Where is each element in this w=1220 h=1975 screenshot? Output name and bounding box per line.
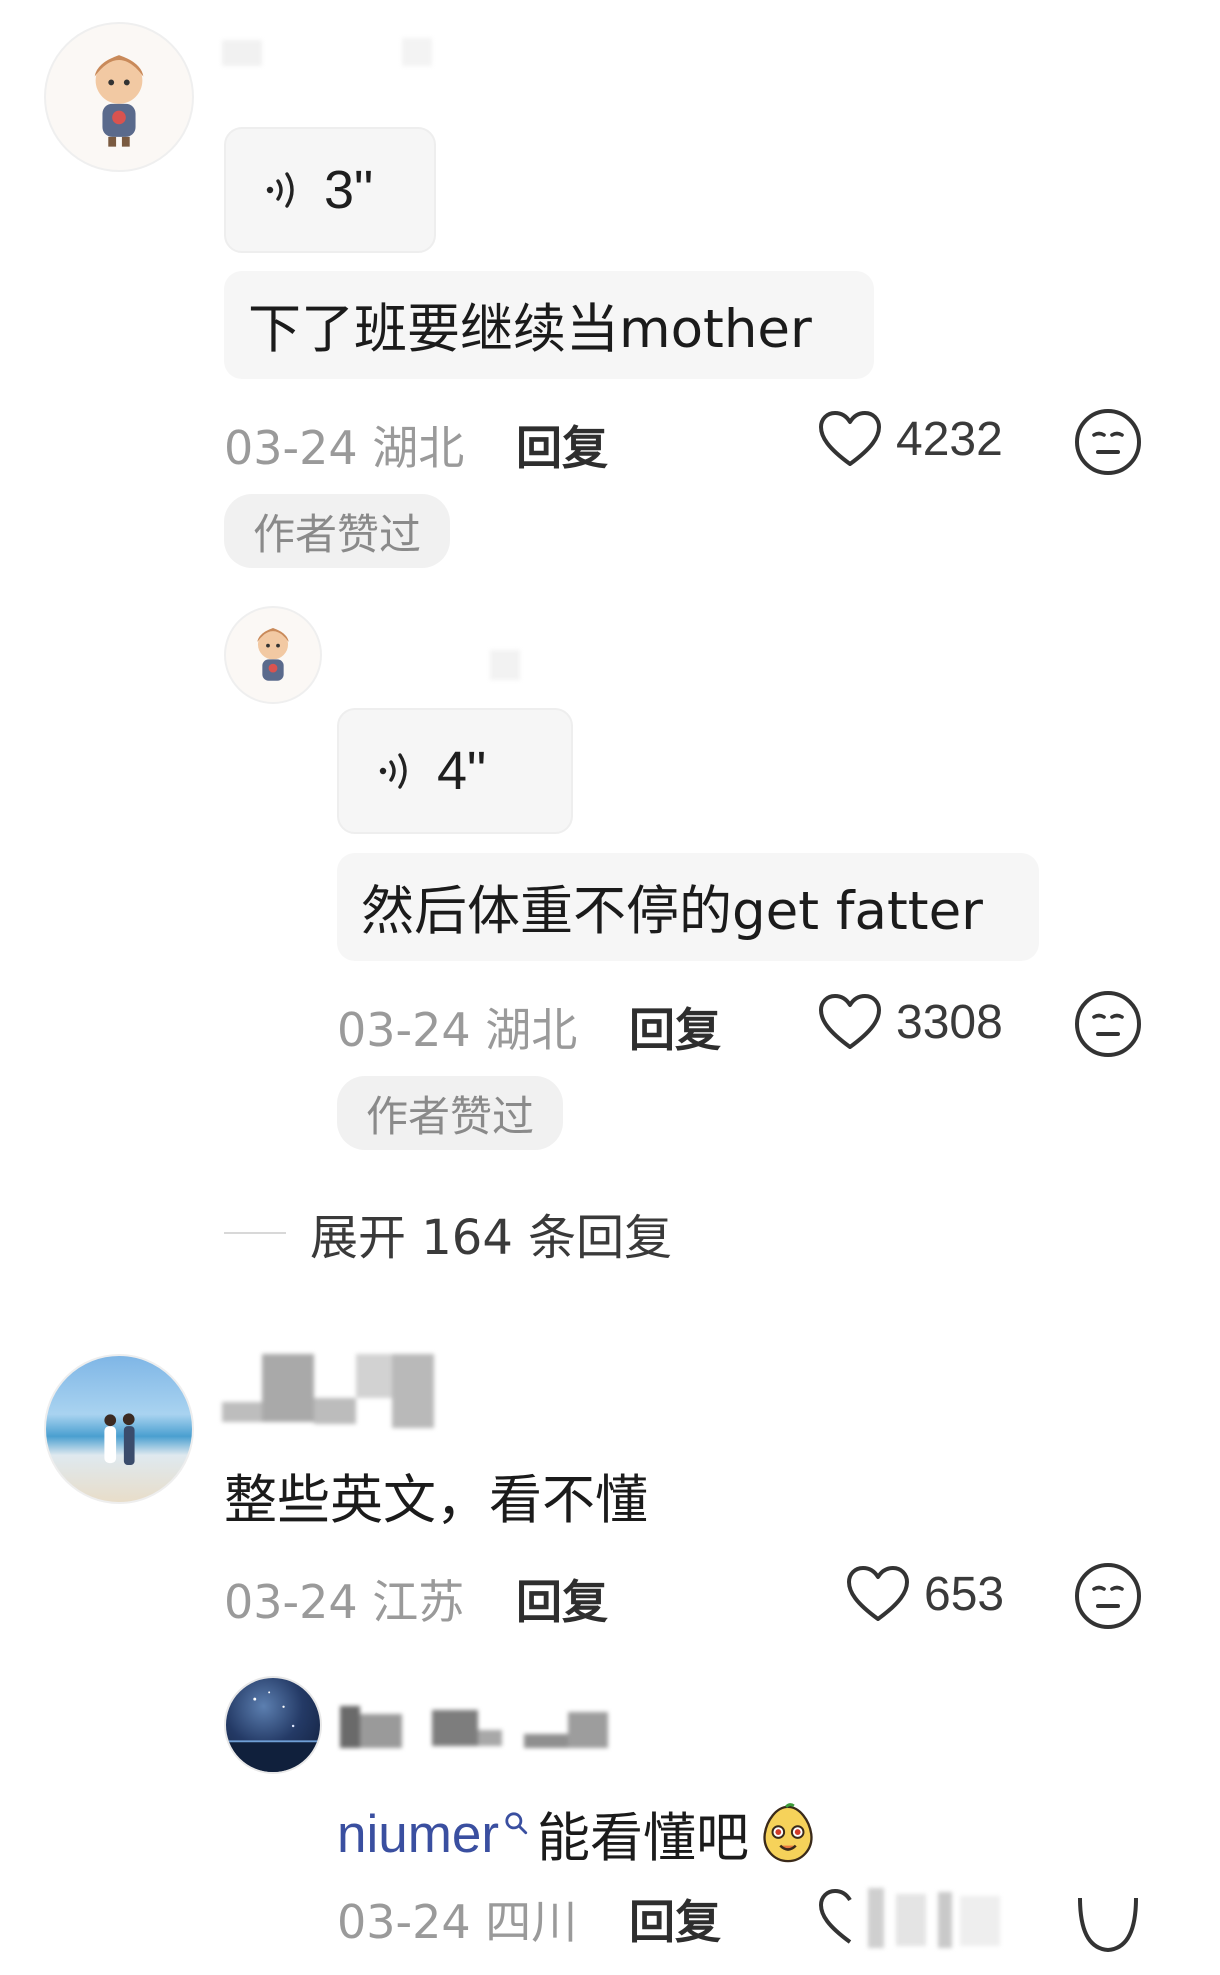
obscured-area: [868, 1888, 1038, 1954]
voice-duration: 3": [324, 160, 374, 220]
voice-message[interactable]: 4": [337, 708, 573, 834]
voice-message[interactable]: 3": [224, 127, 436, 253]
neutral-face-icon[interactable]: [1074, 1562, 1142, 1630]
comment-text-label: 下了班要继续当mother: [248, 299, 812, 360]
voice-wave-icon: [379, 753, 407, 789]
like-count: 4232: [896, 412, 1003, 466]
like-count: 3308: [896, 995, 1003, 1049]
author-liked-badge: 作者赞过: [224, 494, 450, 568]
avatar[interactable]: [44, 1354, 194, 1504]
reply-button[interactable]: 回复: [516, 1566, 608, 1632]
comment-meta: 03-24 湖北: [224, 412, 464, 478]
comment-location: 湖北: [372, 421, 465, 475]
comment-text: niumer 能看懂吧: [337, 1796, 819, 1872]
comment-text-label: 然后体重不停的get fatter: [361, 881, 983, 942]
comment-location: 四川: [485, 1895, 578, 1949]
avatar[interactable]: [224, 606, 322, 704]
comment-meta: 03-24 江苏: [224, 1566, 464, 1632]
like-button[interactable]: 4232: [818, 410, 1003, 468]
potato-emoji-icon: [763, 1803, 813, 1863]
like-count: 653: [924, 1567, 1005, 1621]
avatar[interactable]: [224, 1676, 322, 1774]
heart-outline-icon: [819, 411, 881, 466]
mention-link[interactable]: niumer: [337, 1804, 499, 1865]
comment-date: 03-24: [224, 1575, 358, 1629]
comment-meta: 03-24 湖北: [337, 994, 577, 1060]
username-blurred[interactable]: [222, 1354, 452, 1428]
like-button[interactable]: 3308: [818, 993, 1003, 1051]
comment-text: 下了班要继续当mother: [224, 271, 874, 379]
comment-date: 03-24: [224, 421, 358, 475]
voice-wave-icon: [266, 172, 294, 208]
comment-location: 江苏: [372, 1575, 465, 1629]
neutral-face-icon[interactable]: [1074, 1888, 1142, 1956]
reply-button[interactable]: 回复: [516, 412, 608, 478]
heart-outline-icon: [847, 1566, 909, 1621]
voice-duration: 4": [437, 741, 487, 801]
reply-button[interactable]: 回复: [629, 994, 721, 1060]
comment-date: 03-24: [337, 1003, 471, 1057]
avatar[interactable]: [44, 22, 194, 172]
comment-text: 整些英文，看不懂: [224, 1470, 648, 1531]
author-liked-badge: 作者赞过: [337, 1076, 563, 1150]
search-icon[interactable]: [503, 1810, 529, 1836]
comment-text-label: 能看懂吧: [537, 1808, 750, 1869]
reply-button[interactable]: 回复: [629, 1886, 721, 1952]
neutral-face-icon[interactable]: [1074, 990, 1142, 1058]
expand-replies-label: 展开 164 条回复: [310, 1210, 673, 1266]
expand-replies-button[interactable]: 展开 164 条回复: [224, 1198, 672, 1268]
heart-outline-icon: [819, 994, 881, 1049]
comment-date: 03-24: [337, 1895, 471, 1949]
like-button[interactable]: 653: [846, 1565, 1004, 1623]
comment-location: 湖北: [485, 1003, 578, 1057]
neutral-face-icon[interactable]: [1074, 408, 1142, 476]
username-blurred[interactable]: [222, 34, 442, 72]
comment-meta: 03-24 四川: [337, 1886, 577, 1952]
username-blurred[interactable]: [340, 646, 540, 686]
divider: [224, 1232, 286, 1234]
username-blurred[interactable]: [340, 1700, 640, 1756]
comment-text: 然后体重不停的get fatter: [337, 853, 1039, 961]
